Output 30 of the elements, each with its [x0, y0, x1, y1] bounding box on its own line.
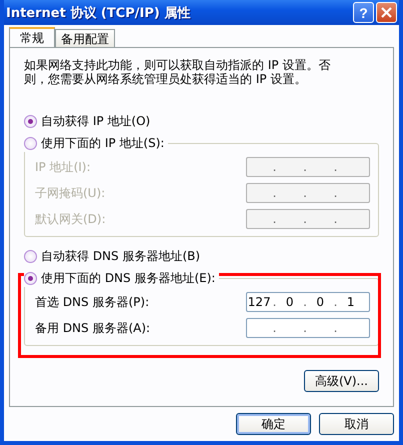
radio-icon[interactable] — [24, 114, 37, 128]
ip-address-field[interactable]: . . . — [246, 209, 370, 229]
field-label: 首选 DNS 服务器(P): — [35, 294, 150, 310]
advanced-button[interactable]: 高级(V)... — [304, 370, 379, 392]
ip-address-field[interactable]: . . . — [246, 157, 370, 177]
ok-button[interactable]: 确定 — [236, 413, 311, 435]
radio-label: 使用下面的 DNS 服务器地址(E): — [41, 270, 216, 286]
radio-button[interactable]: 使用下面的 DNS 服务器地址(E): — [24, 269, 220, 287]
tab[interactable]: 常规 — [9, 27, 55, 48]
description-text: 如果网络支持此功能，则可以获取自动指派的 IP 设置。否则，您需要从网络系统管理员处获得适当的 IP 设置。 — [24, 58, 332, 86]
field-label: 备用 DNS 服务器(A): — [35, 320, 150, 336]
ip-address-field[interactable]: 127. 0 . 0 . 1 — [246, 292, 370, 312]
ip-address-field[interactable]: . . . — [246, 318, 370, 338]
radio-icon[interactable] — [24, 136, 37, 150]
radio-label: 使用下面的 IP 地址(S): — [41, 134, 164, 152]
radio-label: 自动获得 DNS 服务器地址(B) — [41, 248, 200, 264]
field-label: IP 地址(I): — [35, 158, 91, 176]
close-button[interactable] — [376, 2, 397, 23]
ip-address-field[interactable]: . . . — [246, 183, 370, 203]
cancel-button[interactable]: 取消 — [319, 413, 394, 435]
close-icon — [381, 7, 392, 18]
radio-label: 自动获得 IP 地址(O) — [41, 112, 150, 130]
window-title: Internet 协议 (TCP/IP) 属性 — [6, 4, 192, 22]
radio-icon[interactable] — [24, 250, 37, 262]
field-label: 子网掩码(U): — [35, 184, 106, 202]
help-button[interactable]: ? — [353, 2, 374, 23]
field-label: 默认网关(D): — [35, 210, 106, 228]
tab[interactable]: 备用配置 — [55, 29, 115, 47]
radio-button[interactable]: 使用下面的 IP 地址(S): — [24, 134, 168, 152]
radio-icon[interactable] — [24, 272, 37, 284]
